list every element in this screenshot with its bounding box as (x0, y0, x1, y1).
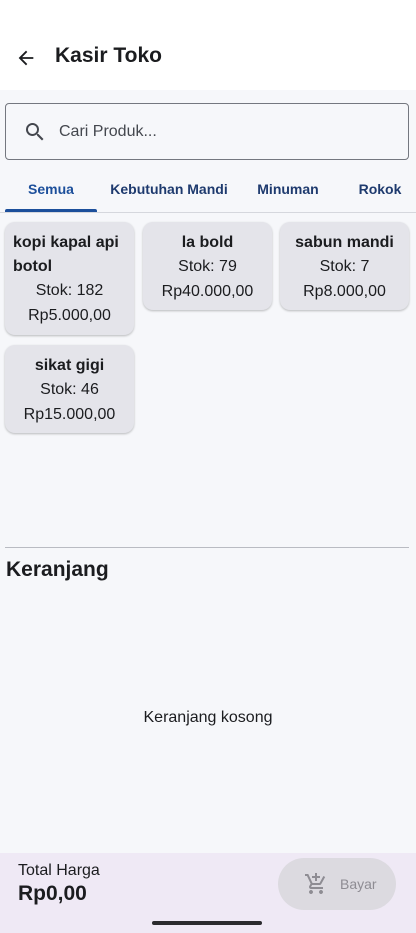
active-tab-indicator (5, 209, 97, 212)
tab-label: Rokok (358, 181, 402, 197)
tab-label: Semua (28, 181, 74, 197)
pay-button[interactable]: Bayar (278, 858, 396, 910)
product-card[interactable]: sabun mandi Stok: 7 Rp8.000,00 (280, 222, 409, 310)
product-card[interactable]: sikat gigi Stok: 46 Rp15.000,00 (5, 345, 134, 433)
product-price: Rp40.000,00 (161, 282, 254, 300)
category-tabs: Semua Kebutuhan Mandi Minuman Rokok (0, 166, 416, 213)
back-button[interactable] (10, 42, 42, 74)
home-indicator (152, 921, 262, 925)
section-divider (5, 547, 409, 548)
pay-button-label: Bayar (340, 876, 377, 892)
total-value: Rp0,00 (18, 882, 87, 905)
product-stock: Stok: 182 (35, 282, 104, 299)
tab-kebutuhan-mandi[interactable]: Kebutuhan Mandi (107, 166, 231, 212)
product-price: Rp15.000,00 (23, 405, 116, 423)
search-input[interactable] (58, 118, 388, 146)
cart-empty-message: Keranjang kosong (143, 709, 273, 726)
product-card[interactable]: kopi kapal api botol Stok: 182 Rp5.000,0… (5, 222, 134, 335)
product-stock: Stok: 46 (40, 381, 99, 398)
product-price: Rp5.000,00 (28, 306, 111, 324)
product-card[interactable]: la bold Stok: 79 Rp40.000,00 (143, 222, 272, 310)
cart-title: Keranjang (6, 558, 109, 581)
product-price: Rp8.000,00 (303, 282, 386, 300)
tab-label: Minuman (257, 181, 319, 197)
cart-add-icon (305, 873, 326, 894)
app-bar: Kasir Toko (0, 0, 416, 90)
product-stock: Stok: 79 (178, 258, 237, 275)
product-name: sikat gigi (34, 357, 105, 374)
total-label: Total Harga (18, 862, 100, 879)
tab-minuman[interactable]: Minuman (250, 166, 326, 212)
page-title: Kasir Toko (55, 44, 162, 67)
product-name: sabun mandi (295, 234, 394, 251)
product-stock: Stok: 7 (319, 258, 370, 275)
tab-semua[interactable]: Semua (5, 166, 97, 212)
product-name: kopi kapal api botol (13, 234, 119, 275)
tab-rokok[interactable]: Rokok (354, 166, 406, 212)
product-name: la bold (181, 234, 234, 251)
arrow-left-icon (18, 50, 34, 66)
search-icon (26, 123, 44, 141)
search-field[interactable] (5, 103, 409, 160)
tab-label: Kebutuhan Mandi (110, 181, 228, 197)
